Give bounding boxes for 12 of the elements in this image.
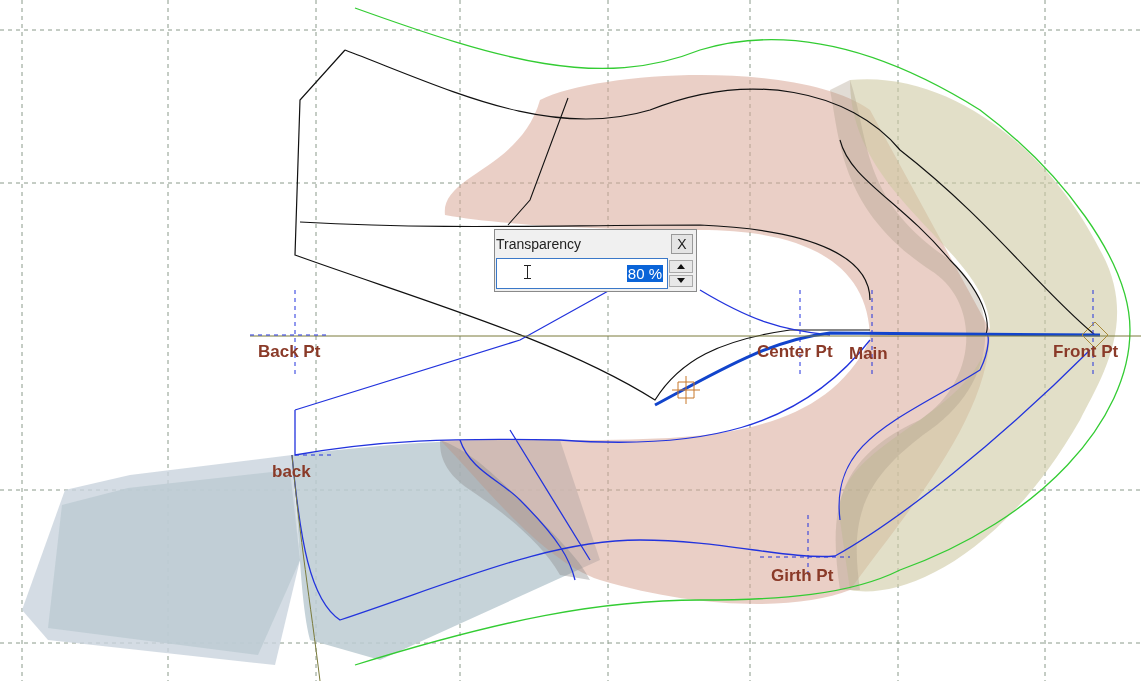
down-arrow-icon	[677, 278, 685, 284]
point-label: Back Pt	[258, 342, 321, 362]
transparency-input-field[interactable]: 80 %	[496, 258, 668, 289]
spin-down-button[interactable]	[669, 274, 693, 287]
text-cursor-icon	[524, 265, 531, 279]
spin-up-button[interactable]	[669, 260, 693, 273]
point-label: back	[272, 462, 311, 482]
close-button[interactable]: X	[671, 234, 693, 254]
up-arrow-icon	[677, 263, 685, 269]
point-label: Center Pt	[757, 342, 833, 362]
point-label: Girth Pt	[771, 566, 834, 586]
dialog-title: Transparency	[496, 236, 582, 252]
